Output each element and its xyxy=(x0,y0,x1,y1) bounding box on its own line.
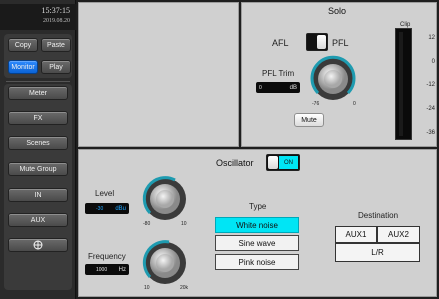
meter-tick: 0 xyxy=(431,59,435,65)
sidebar-item-aux[interactable]: AUX xyxy=(8,213,68,227)
oscillator-toggle[interactable]: ON xyxy=(266,154,300,171)
frequency-min-label: 10 xyxy=(144,285,150,291)
type-white-noise[interactable]: White noise xyxy=(215,217,299,233)
sidebar-item-meter[interactable]: Meter xyxy=(8,86,68,100)
frequency-readout: 1000 Hz xyxy=(85,264,129,275)
pfl-label: PFL xyxy=(332,38,349,48)
clock-date: 2019.08.20 xyxy=(43,18,70,24)
sidebar-item-fx[interactable]: FX xyxy=(8,111,68,125)
sidebar-item-mute-group[interactable]: Mute Group xyxy=(8,162,68,176)
meter-tick: 12 xyxy=(428,35,435,41)
type-label: Type xyxy=(249,202,267,211)
level-readout: -30 dBu xyxy=(85,203,129,214)
sidebar-divider xyxy=(6,81,70,82)
pfl-trim-readout: 0 dB xyxy=(256,82,300,93)
toggle-knob xyxy=(268,156,278,169)
frequency-value: 1000 xyxy=(96,266,108,273)
destination-lr[interactable]: L/R xyxy=(335,243,420,262)
destination-aux2[interactable]: AUX2 xyxy=(377,226,420,243)
play-button[interactable]: Play xyxy=(41,60,71,74)
level-unit: dBu xyxy=(115,205,126,212)
pfl-trim-value: 0 xyxy=(259,84,262,91)
clock-time: 15:37:15 xyxy=(41,6,70,15)
pfl-trim-knob[interactable] xyxy=(306,54,360,104)
type-sine-wave[interactable]: Sine wave xyxy=(215,235,299,251)
frequency-label: Frequency xyxy=(88,252,126,261)
level-value: -30 xyxy=(96,205,104,212)
meter-tick: -24 xyxy=(426,106,435,112)
pfl-trim-label: PFL Trim xyxy=(262,69,295,78)
afl-pfl-toggle[interactable] xyxy=(306,33,328,51)
clock: 15:37:15 2019.08.20 xyxy=(0,4,76,30)
sidebar: 15:37:15 2019.08.20 Copy Paste Monitor P… xyxy=(0,0,76,299)
copy-button[interactable]: Copy xyxy=(8,38,38,52)
meter-tick: -12 xyxy=(426,82,435,88)
trim-max-label: 0 xyxy=(353,101,356,107)
crosshair-icon xyxy=(33,240,43,250)
sidebar-item-scenes[interactable]: Scenes xyxy=(8,136,68,150)
sidebar-item-in[interactable]: IN xyxy=(8,188,68,202)
meter-tick: -36 xyxy=(426,130,435,136)
solo-title: Solo xyxy=(328,6,347,16)
monitor-button[interactable]: Monitor xyxy=(8,60,38,74)
level-knob[interactable] xyxy=(138,174,192,224)
level-max-label: 10 xyxy=(181,221,187,227)
mute-button[interactable]: Mute xyxy=(294,113,324,127)
level-min-label: -80 xyxy=(143,221,151,227)
frequency-knob[interactable] xyxy=(138,238,192,288)
app-root: 15:37:15 2019.08.20 Copy Paste Monitor P… xyxy=(0,0,439,299)
oscillator-title: Oscillator xyxy=(216,158,254,168)
oscillator-on-label: ON xyxy=(279,156,298,169)
crosshair-button[interactable] xyxy=(8,238,68,252)
destination-aux1[interactable]: AUX1 xyxy=(335,226,377,243)
level-label: Level xyxy=(95,189,115,198)
afl-label: AFL xyxy=(272,38,289,48)
frequency-unit: Hz xyxy=(118,266,126,273)
toggle-knob xyxy=(317,35,326,49)
destination-label: Destination xyxy=(358,211,399,220)
trim-min-label: -76 xyxy=(312,101,320,107)
pfl-trim-unit: dB xyxy=(289,84,297,91)
empty-panel xyxy=(78,2,239,147)
paste-button[interactable]: Paste xyxy=(41,38,71,52)
frequency-max-label: 20k xyxy=(180,285,189,291)
type-pink-noise[interactable]: Pink noise xyxy=(215,254,299,270)
